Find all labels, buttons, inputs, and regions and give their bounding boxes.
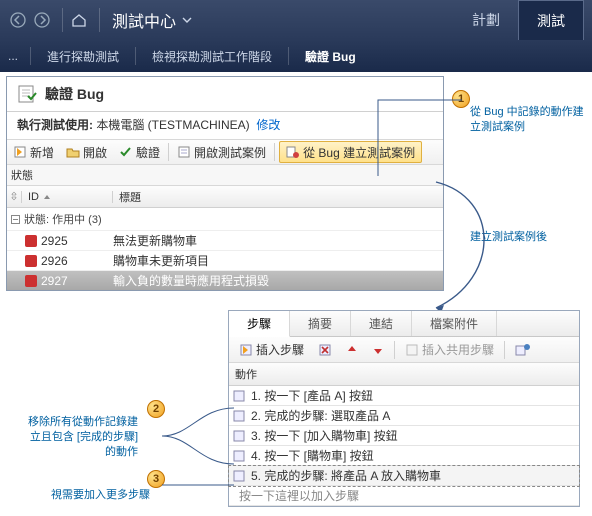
run-label: 執行測試使用: [17,118,93,132]
step-row[interactable]: 5. 完成的步驟: 將產品 A 放入購物車 [229,466,579,486]
callout-3-badge: 3 [147,470,165,488]
nav-title: 測試中心 [112,8,176,32]
bug-icon [21,275,41,287]
tab-summary[interactable]: 摘要 [290,311,351,336]
verify-button[interactable]: 驗證 [113,140,166,164]
grid-group[interactable]: 狀態: 作用中 (3) [7,208,443,230]
toolbar-explore[interactable]: 進行探勘測試 [31,40,135,72]
sub-toolbar: ... 進行探勘測試 檢視探勘測試工作階段 驗證 Bug [0,40,592,72]
toolbar-review[interactable]: 檢視探勘測試工作階段 [136,40,288,72]
table-row[interactable]: 2927輸入負的數量時應用程式損毀 [7,270,443,290]
bug-icon [21,235,41,247]
step-row[interactable]: 3. 按一下 [加入購物車] 按鈕 [229,426,579,446]
col-action: 動作 [229,363,579,386]
chevron-down-icon[interactable] [182,15,192,25]
step-icon [233,430,245,442]
status-label: 狀態 [7,165,443,186]
change-link[interactable]: 修改 [256,118,280,132]
shared-steps-icon[interactable] [509,337,537,362]
bug-icon [21,255,41,267]
callout-1-badge: 1 [452,90,470,108]
panel-button-bar: 新增 開啟 驗證 開啟測試案例 從 Bug 建立測試案例 [7,139,443,165]
callout-2-badge: 2 [147,400,165,418]
forward-icon[interactable] [32,10,52,30]
new-button[interactable]: 新增 [7,140,60,164]
grid-header: ⇳ ID 標題 [7,186,443,208]
sort-asc-icon [43,193,51,201]
move-down-icon[interactable] [366,337,390,362]
col-title[interactable]: 標題 [113,189,443,205]
step-icon [233,470,245,482]
back-icon[interactable] [8,10,28,30]
step-icon [233,390,245,402]
add-step-hint[interactable]: 按一下這裡以加入步驟 [229,486,579,506]
step-icon [233,450,245,462]
tab-attach[interactable]: 檔案附件 [412,311,497,336]
callout-2-text: 移除所有從動作記錄建立且包含 [完成的步驟] 的動作 [18,415,138,460]
tab-test[interactable]: 測試 [518,0,584,40]
toolbar-overflow[interactable]: ... [8,49,18,63]
drag-handle-icon[interactable]: ⇳ [7,190,21,203]
step-row[interactable]: 1. 按一下 [產品 A] 按鈕 [229,386,579,406]
table-row[interactable]: 2925無法更新購物車 [7,230,443,250]
verify-bug-panel: 驗證 Bug 執行測試使用: 本機電腦 (TESTMACHINEA) 修改 新增… [6,76,444,291]
create-from-bug-button[interactable]: 從 Bug 建立測試案例 [279,141,422,163]
step-row[interactable]: 4. 按一下 [購物車] 按鈕 [229,446,579,466]
table-row[interactable]: 2926購物車未更新項目 [7,250,443,270]
top-navbar: 測試中心 計劃 測試 [0,0,592,40]
delete-step-icon[interactable] [312,337,338,362]
open-button[interactable]: 開啟 [60,140,113,164]
toolbar-verify[interactable]: 驗證 Bug [289,40,372,72]
callout-mid-text: 建立測試案例後 [470,230,580,245]
step-icon [233,410,245,422]
tab-links[interactable]: 連結 [351,311,412,336]
insert-step-button[interactable]: 插入步驟 [233,337,310,362]
tab-steps[interactable]: 步驟 [229,311,290,337]
home-icon[interactable] [69,10,89,30]
callout-1-text: 從 Bug 中記錄的動作建立測試案例 [470,105,586,135]
callout-3-text: 視需要加入更多步驟 [30,488,150,503]
step-row[interactable]: 2. 完成的步驟: 選取產品 A [229,406,579,426]
steps-panel: 步驟 摘要 連結 檔案附件 插入步驟 插入共用步驟 動作 1. 按一下 [產品 … [228,310,580,507]
open-test-case-button[interactable]: 開啟測試案例 [171,140,272,164]
move-up-icon[interactable] [340,337,364,362]
insert-shared-step-button: 插入共用步驟 [399,337,500,362]
machine-name: 本機電腦 (TESTMACHINEA) [96,118,249,132]
tab-plan[interactable]: 計劃 [454,0,518,40]
col-id[interactable]: ID [28,191,39,203]
panel-title: 驗證 Bug [45,84,104,104]
verify-bug-icon [17,83,39,105]
